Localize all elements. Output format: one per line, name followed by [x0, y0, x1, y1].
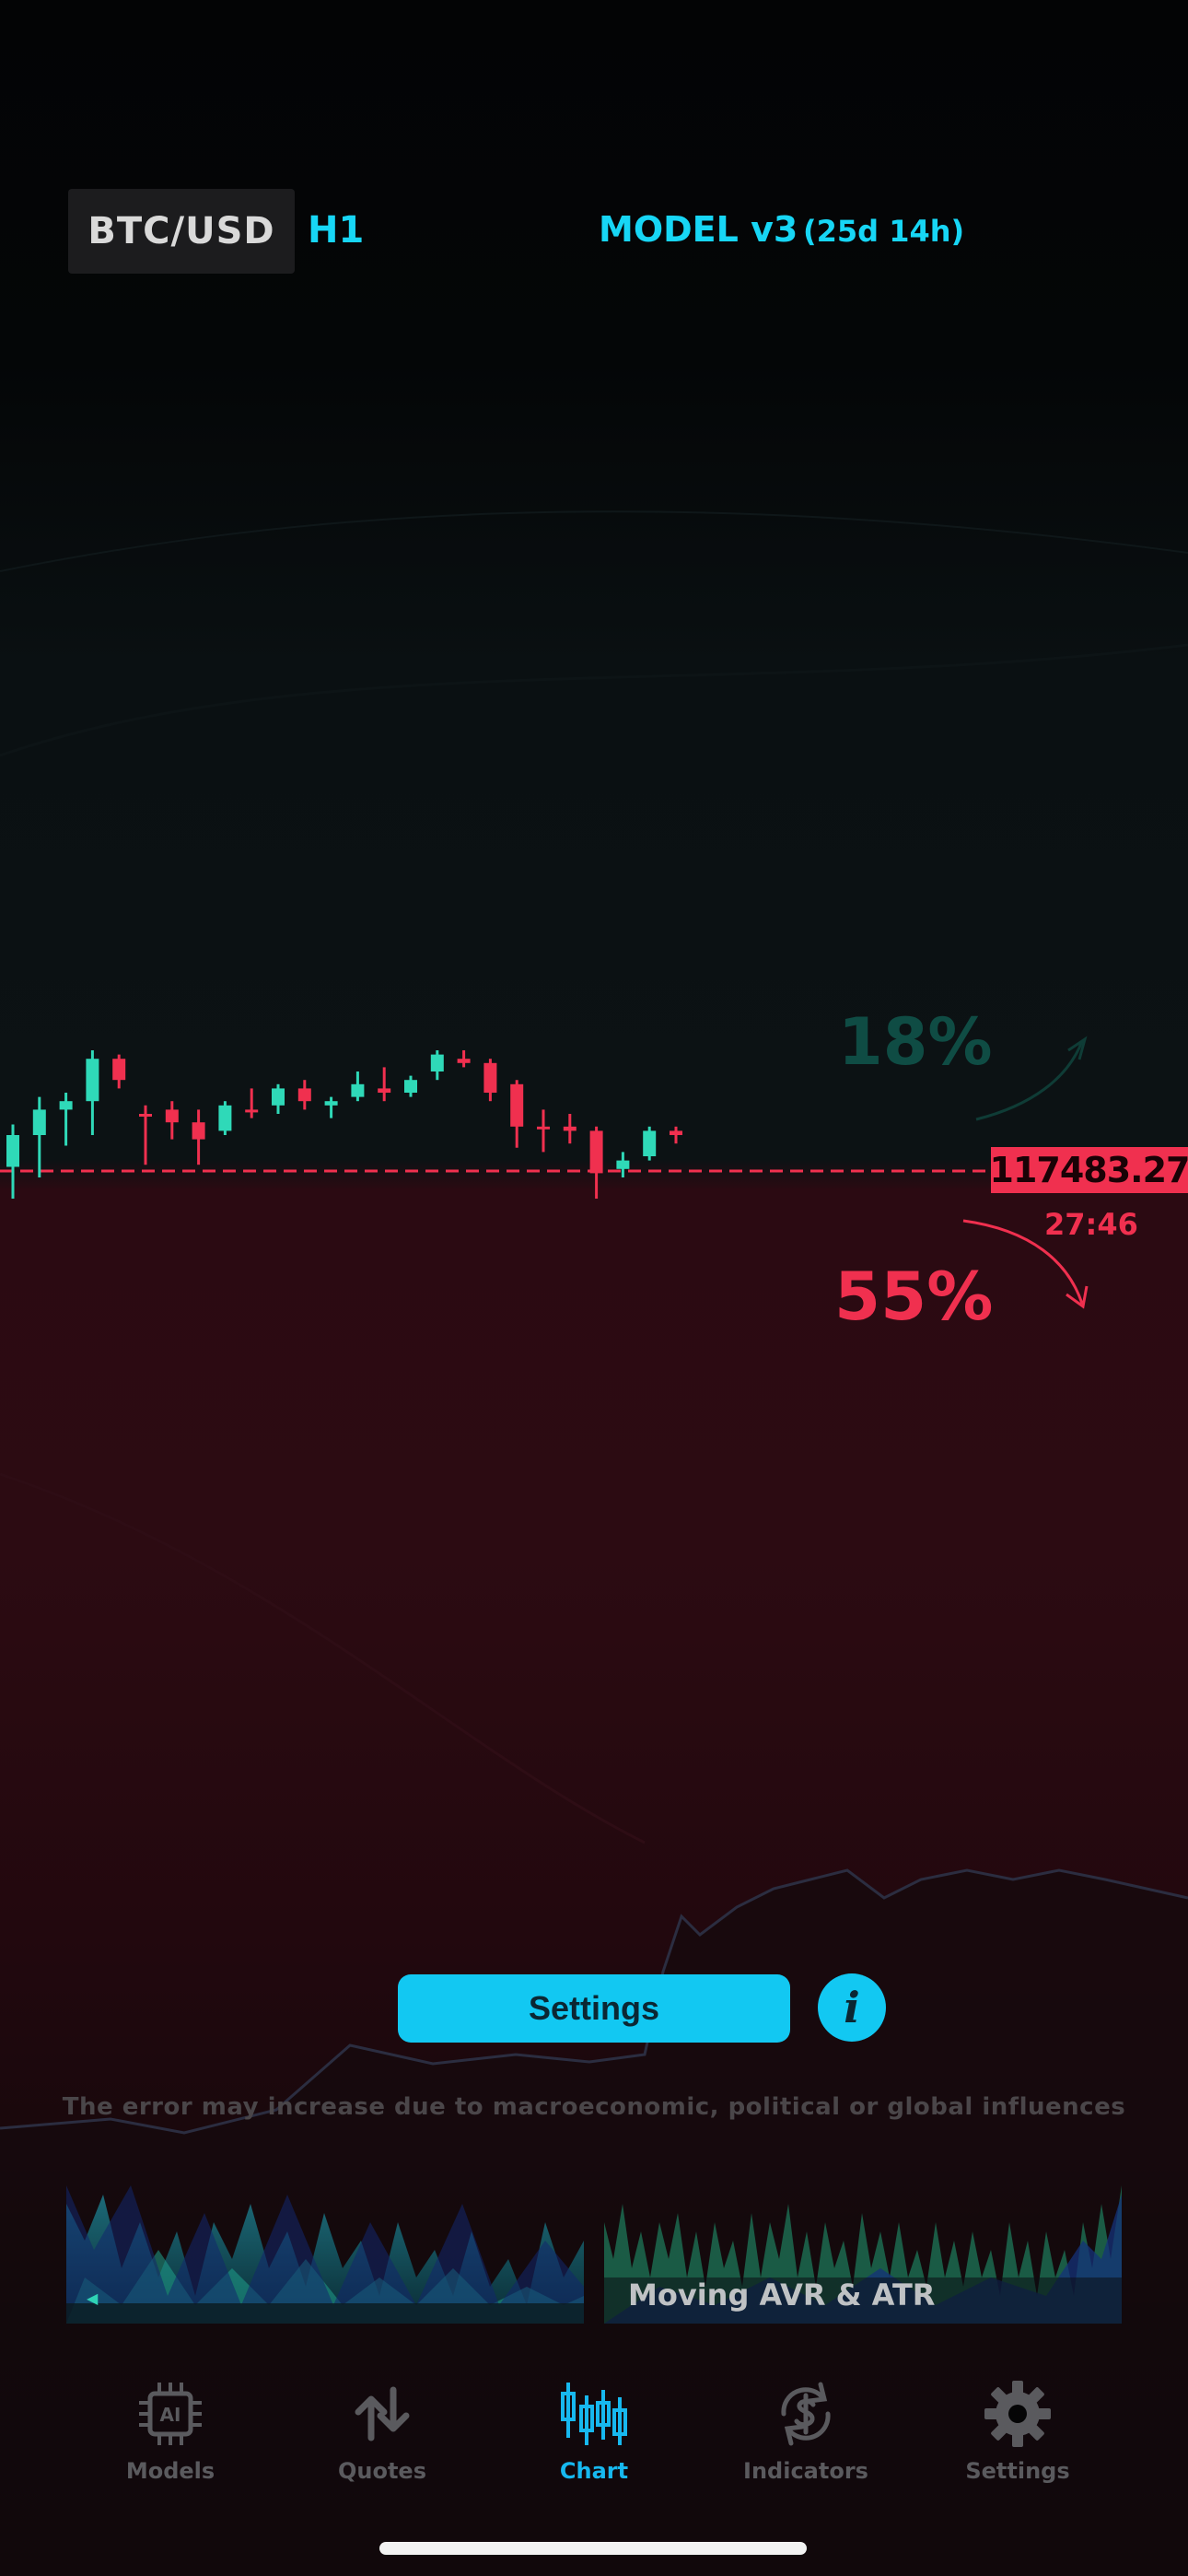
- candle-body: [510, 1083, 524, 1127]
- tab-label: Quotes: [337, 2458, 426, 2484]
- symbol-selector[interactable]: BTC/USD: [68, 189, 295, 274]
- candle-countdown: 27:46: [1044, 1207, 1138, 1242]
- svg-text:AI: AI: [160, 2404, 181, 2426]
- tab-quotes[interactable]: Quotes: [309, 2377, 456, 2497]
- settings-button[interactable]: Settings: [398, 1974, 790, 2043]
- candle-body: [245, 1109, 259, 1113]
- chart-screen: BTC/USD H1 MODEL v3 (25d 14h) 18% 55% 11…: [0, 0, 1188, 2576]
- tab-label: Chart: [559, 2458, 629, 2484]
- home-indicator[interactable]: [379, 2542, 807, 2555]
- up-arrow-head: [1067, 1036, 1088, 1060]
- tab-label: Settings: [965, 2458, 1070, 2484]
- bg-curve: [0, 643, 1188, 757]
- candle-body: [563, 1126, 577, 1131]
- tab-label: Indicators: [743, 2458, 868, 2484]
- candle-body: [430, 1054, 444, 1071]
- refresh-dollar-icon: [781, 2382, 831, 2446]
- candle-body: [139, 1114, 152, 1117]
- candles: [6, 1050, 682, 1199]
- candle-body: [272, 1088, 285, 1106]
- indicator-preview-graph: [66, 2185, 584, 2324]
- timeframe-selector[interactable]: H1: [308, 209, 364, 252]
- candle-body: [589, 1130, 603, 1174]
- candle-body: [59, 1101, 73, 1110]
- tab-bar: AI Models Quotes Chart Indicators Settin…: [0, 2377, 1188, 2506]
- up-probability: 18%: [838, 1004, 993, 1080]
- candle-body: [6, 1135, 19, 1167]
- disclaimer-text: The error may increase due to macroecono…: [62, 2093, 1126, 2121]
- candle-body: [670, 1130, 682, 1135]
- current-price-tag: 117483.27: [990, 1147, 1188, 1193]
- tab-models[interactable]: AI Models: [97, 2377, 244, 2497]
- candle-body: [86, 1059, 99, 1102]
- candle-body: [297, 1088, 311, 1102]
- candle-body: [457, 1059, 471, 1063]
- model-age: (25d 14h): [803, 214, 965, 249]
- candle-body: [537, 1126, 550, 1130]
- info-button[interactable]: i: [818, 1973, 886, 2042]
- up-down-arrows-icon: [355, 2386, 410, 2441]
- bg-curve: [0, 510, 1188, 572]
- gear-icon: [984, 2381, 1051, 2447]
- candle-body: [351, 1083, 365, 1097]
- candle-body: [483, 1062, 497, 1093]
- chevron-left-icon: ◀: [87, 2289, 99, 2307]
- moving-avr-atr-card[interactable]: Moving AVR & ATR: [604, 2167, 1122, 2324]
- candle-body: [643, 1130, 657, 1156]
- info-icon: i: [844, 1983, 860, 2032]
- candle-body: [404, 1080, 417, 1093]
- candle-body: [324, 1101, 338, 1106]
- indicator-card[interactable]: ◀: [66, 2167, 584, 2324]
- model-label[interactable]: MODEL v3: [599, 209, 798, 250]
- candle-body: [192, 1122, 205, 1140]
- tab-chart[interactable]: Chart: [520, 2377, 668, 2497]
- ai-chip-icon: AI: [139, 2383, 202, 2445]
- candle-body: [616, 1160, 630, 1169]
- candle-body: [112, 1059, 126, 1081]
- chart-header: BTC/USD H1 MODEL v3 (25d 14h): [0, 189, 1188, 274]
- tab-indicators[interactable]: Indicators: [732, 2377, 879, 2497]
- bg-curve: [0, 1472, 646, 1844]
- symbol-label: BTC/USD: [87, 210, 275, 252]
- candle-body: [165, 1109, 179, 1123]
- card-title: Moving AVR & ATR: [628, 2277, 936, 2313]
- candle-body: [32, 1109, 46, 1135]
- tab-label: Models: [125, 2458, 215, 2484]
- tab-settings[interactable]: Settings: [944, 2377, 1091, 2497]
- candlestick-icon: [561, 2383, 627, 2445]
- candle-body: [218, 1105, 232, 1131]
- candle-body: [378, 1088, 391, 1093]
- down-probability: 55%: [834, 1258, 994, 1335]
